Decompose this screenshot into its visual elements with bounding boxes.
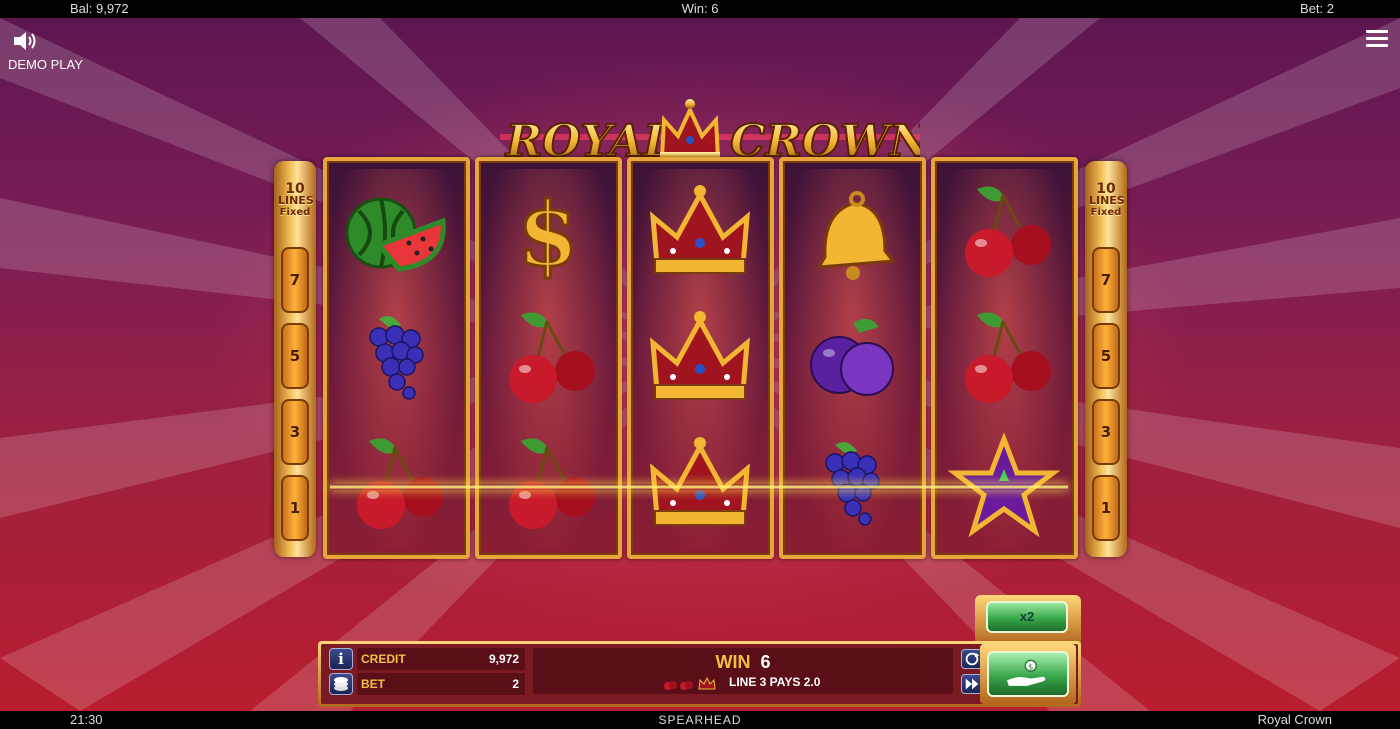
reel-4-row-2 [783,299,922,419]
info-icon[interactable]: i [329,648,353,670]
provider-brand: SPEARHEAD [658,713,742,727]
payline-5-marker[interactable]: 5 [1092,323,1120,389]
bet-field[interactable]: BET 2 [357,673,525,695]
payline-3-marker[interactable]: 3 [1092,399,1120,465]
reel-2: $ [475,157,622,559]
game-name: Royal Crown [1257,712,1332,727]
winning-payline [330,484,1068,490]
left-paylines-bar: 10 LINES Fixed 7 5 3 1 [274,161,316,557]
reel-2-row-1: $ [479,173,618,293]
credit-label: CREDIT [361,652,406,666]
reel-1 [323,157,470,559]
lines-fixed-badge: 10 LINES Fixed [278,181,314,218]
payline-7-marker[interactable]: 7 [281,247,309,313]
reel-4-row-1 [783,173,922,293]
svg-text:$: $ [517,182,578,285]
top-status-bar: Bal: 9,972 Win: 6 Bet: 2 [0,0,1400,18]
game-stage: DEMO PLAY ROYAL CROWN 10 LINES Fixed 7 5… [0,18,1400,711]
lines-fixed-badge: 10 LINES Fixed [1089,181,1125,218]
credit-value: 9,972 [488,652,519,666]
reel-5 [931,157,1078,559]
right-paylines-bar: 10 LINES Fixed 7 5 3 1 [1085,161,1127,557]
bell-icon [816,191,896,280]
demo-play-label: DEMO PLAY [8,57,83,72]
reel-1-row-1 [327,173,466,293]
bottom-status-bar: 21:30 SPEARHEAD Royal Crown [0,711,1400,729]
bet-readout: Bet: 2 [1300,1,1334,16]
dollar-icon: $ [516,181,580,285]
reel-3 [627,157,774,559]
logo-crown-icon [659,99,721,162]
grapes-icon [369,316,424,400]
reel-2-row-2 [479,299,618,419]
payline-5-marker[interactable]: 5 [281,323,309,389]
crown-icon [650,185,750,274]
win-value: 6 [760,652,771,672]
cherries-icon [965,186,1051,277]
bet-value: 2 [512,677,519,691]
payline-3-marker[interactable]: 3 [281,399,309,465]
svg-text:$: $ [1028,661,1033,671]
plum-icon [810,318,894,396]
payline-7-marker[interactable]: 7 [1092,247,1120,313]
crown-icon [650,311,750,400]
credit-field: CREDIT 9,972 [357,648,525,670]
reel-5-row-2 [935,299,1074,419]
winning-symbols-icon [664,676,716,690]
bet-label: BET [361,677,385,691]
reel-3-row-2 [631,299,770,419]
win-display: WIN 6 LINE 3 PAYS 2.0 [533,648,953,694]
double-up-label: x2 [1019,609,1035,624]
payline-1-marker[interactable]: 1 [281,475,309,541]
reel-3-row-1 [631,173,770,293]
reel-4 [779,157,926,559]
coins-icon[interactable] [329,673,353,695]
win-readout: Win: 6 [681,1,719,16]
cherries-icon [509,312,595,403]
spin-button[interactable]: $ [987,651,1069,697]
control-panel: i CREDIT 9,972 BET 2 WIN 6 LINE 3 PAYS 2… [318,641,1081,707]
double-up-button[interactable]: x2 [986,601,1068,633]
watermelon-icon [345,197,446,272]
cherries-icon [965,312,1051,403]
hamburger-menu-icon[interactable] [1366,30,1388,48]
hand-coin-icon: $ [1007,659,1046,686]
win-line-text: LINE 3 PAYS 2.0 [729,675,821,689]
win-label: WIN [715,652,751,672]
payline-1-marker[interactable]: 1 [1092,475,1120,541]
speaker-icon[interactable] [12,30,38,52]
reel-1-row-2 [327,299,466,419]
reel-5-row-1 [935,173,1074,293]
